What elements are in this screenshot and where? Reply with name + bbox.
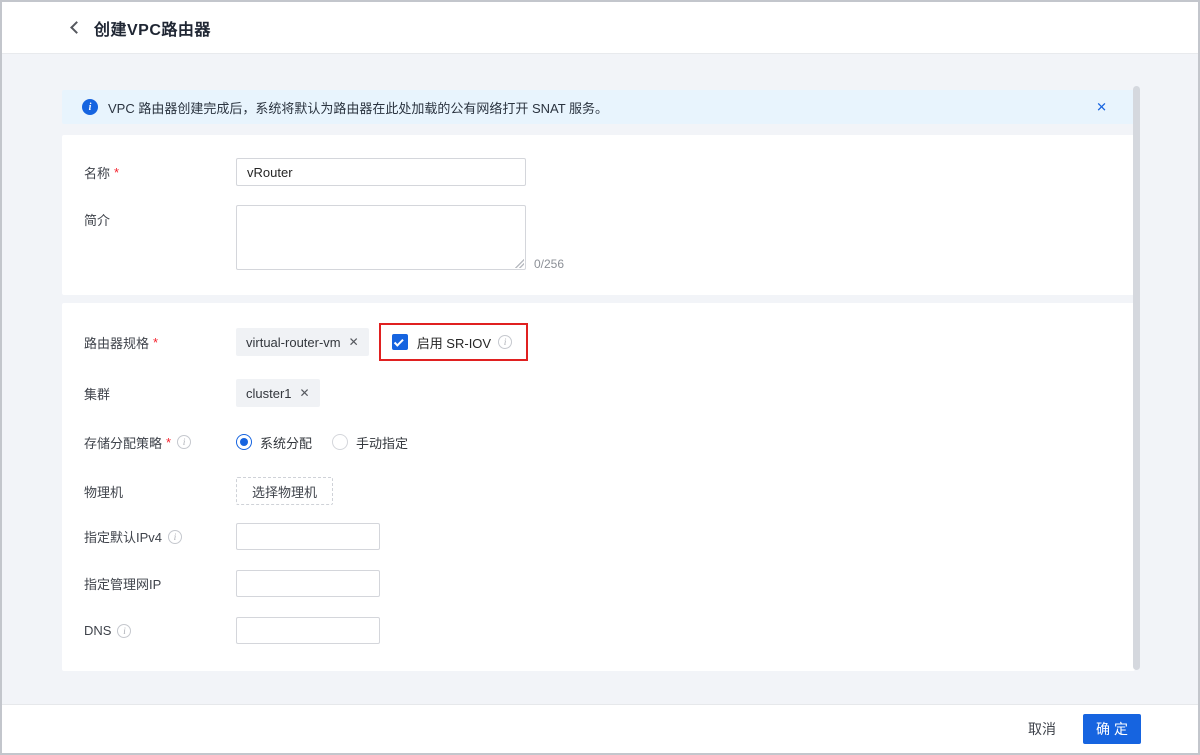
storage-policy-radio-group: 系统分配 手动指定 — [236, 433, 408, 452]
router-spec-tag: virtual-router-vm ✕ — [236, 328, 369, 356]
radio-selected-icon — [236, 434, 252, 450]
config-card: 路由器规格* virtual-router-vm ✕ 启用 SR-IOV i 集… — [62, 303, 1135, 671]
cluster-tag: cluster1 ✕ — [236, 379, 320, 407]
tag-remove-icon[interactable]: ✕ — [300, 387, 310, 399]
dns-row: DNSi — [62, 617, 1135, 644]
scrollbar-thumb[interactable] — [1133, 86, 1140, 670]
resize-handle-icon[interactable] — [514, 258, 524, 268]
router-spec-row: 路由器规格* virtual-router-vm ✕ 启用 SR-IOV i — [62, 323, 1135, 361]
cluster-row: 集群 cluster1 ✕ — [62, 379, 1135, 407]
banner-text: VPC 路由器创建完成后，系统将默认为路由器在此处加载的公有网络打开 SNAT … — [108, 98, 608, 117]
required-mark: * — [166, 435, 171, 450]
cluster-label: 集群 — [84, 384, 236, 403]
required-mark: * — [114, 165, 119, 180]
sriov-highlight-box: 启用 SR-IOV i — [379, 323, 528, 361]
info-icon[interactable]: i — [498, 335, 512, 349]
page-header: 创建VPC路由器 — [2, 2, 1198, 54]
dns-input[interactable] — [236, 617, 380, 644]
create-vpc-router-page: 创建VPC路由器 i VPC 路由器创建完成后，系统将默认为路由器在此处加载的公… — [0, 0, 1200, 755]
default-ipv4-row: 指定默认IPv4i — [62, 523, 1135, 550]
char-counter: 0/256 — [534, 257, 564, 273]
info-banner: i VPC 路由器创建完成后，系统将默认为路由器在此处加载的公有网络打开 SNA… — [62, 90, 1135, 124]
mgmt-ip-row: 指定管理网IP — [62, 570, 1135, 597]
dns-label: DNSi — [84, 623, 236, 638]
info-icon[interactable]: i — [168, 530, 182, 544]
storage-policy-label: 存储分配策略*i — [84, 433, 236, 452]
router-spec-label: 路由器规格* — [84, 333, 236, 352]
back-chevron-icon — [70, 21, 83, 34]
default-ipv4-input[interactable] — [236, 523, 380, 550]
description-textarea-wrap — [236, 205, 526, 270]
cancel-button[interactable]: 取消 — [1028, 719, 1056, 739]
physical-machine-row: 物理机 选择物理机 — [62, 477, 1135, 505]
name-input[interactable] — [236, 158, 526, 186]
radio-manual-specify[interactable]: 手动指定 — [332, 433, 408, 452]
info-icon[interactable]: i — [177, 435, 191, 449]
footer-bar: 取消 确定 — [2, 704, 1198, 753]
info-icon: i — [82, 99, 98, 115]
default-ipv4-label: 指定默认IPv4i — [84, 527, 236, 546]
description-row: 简介 0/256 — [62, 205, 1135, 273]
confirm-button[interactable]: 确定 — [1083, 714, 1141, 744]
name-label: 名称* — [84, 163, 236, 182]
description-textarea[interactable] — [236, 205, 526, 270]
mgmt-ip-label: 指定管理网IP — [84, 574, 236, 593]
back-button[interactable] — [66, 18, 86, 38]
check-icon — [394, 336, 404, 346]
banner-close-icon[interactable]: ✕ — [1096, 101, 1107, 114]
info-icon[interactable]: i — [117, 624, 131, 638]
mgmt-ip-input[interactable] — [236, 570, 380, 597]
tag-remove-icon[interactable]: ✕ — [349, 336, 359, 348]
select-physical-machine-button[interactable]: 选择物理机 — [236, 477, 333, 505]
sriov-checkbox[interactable] — [392, 334, 408, 350]
radio-system-allocate[interactable]: 系统分配 — [236, 433, 312, 452]
required-mark: * — [153, 335, 158, 350]
sriov-label: 启用 SR-IOV — [417, 333, 491, 352]
description-label: 简介 — [84, 210, 236, 229]
name-row: 名称* — [62, 158, 1135, 186]
basic-info-card: 名称* 简介 0/256 — [62, 135, 1135, 295]
radio-unselected-icon — [332, 434, 348, 450]
physical-machine-label: 物理机 — [84, 482, 236, 501]
page-title: 创建VPC路由器 — [94, 16, 211, 40]
storage-policy-row: 存储分配策略*i 系统分配 手动指定 — [62, 431, 1135, 453]
